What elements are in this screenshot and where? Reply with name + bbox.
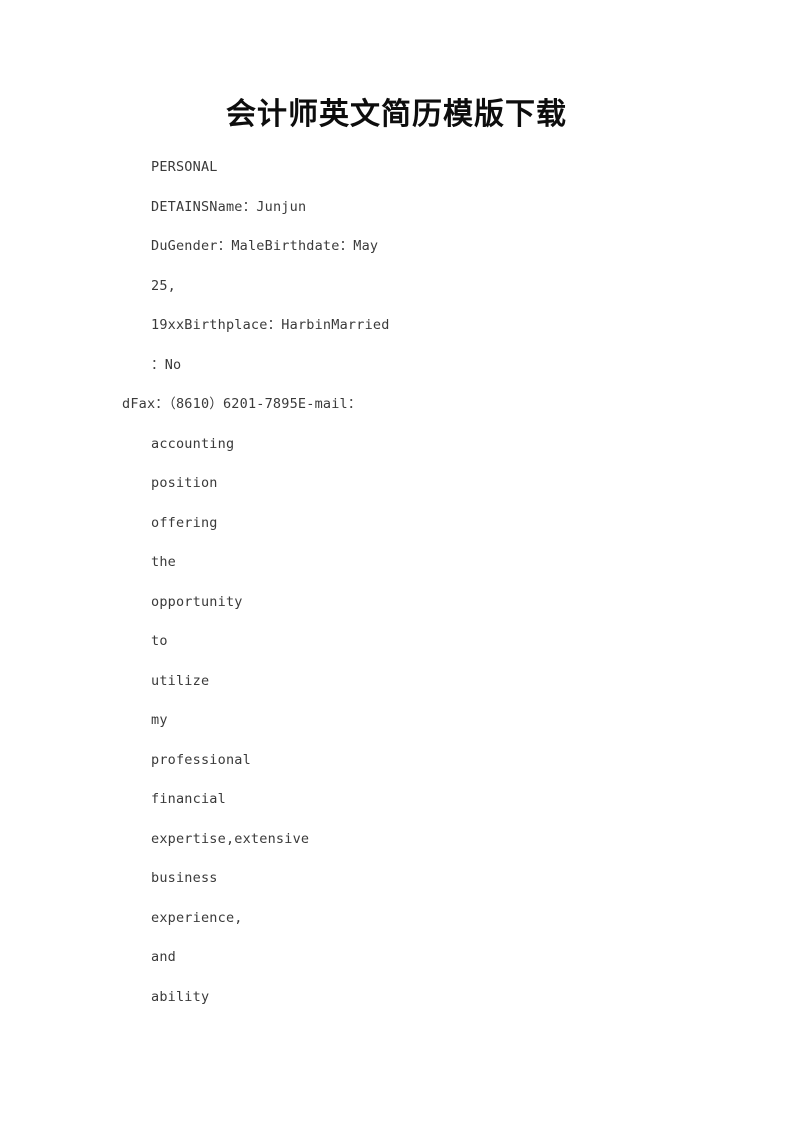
document-text-line: expertise,extensive xyxy=(0,829,793,869)
text-run: 25, xyxy=(151,277,176,294)
document-text-line: DETAINSName：Junjun xyxy=(0,197,793,237)
document-text-line: DuGender：MaleBirthdate：May xyxy=(0,236,793,276)
document-text-line: utilize xyxy=(0,671,793,711)
text-run: dFax：（8610）6201-7895E-mail： xyxy=(122,396,362,412)
text-run: opportunity xyxy=(151,593,243,610)
text-run: professional xyxy=(151,751,251,768)
document-text-line: my xyxy=(0,710,793,750)
document-body: PERSONAL DETAINSName：Junjun DuGender：MaleB… xyxy=(0,157,793,1026)
document-text-line: to xyxy=(0,631,793,671)
document-text-line: position xyxy=(0,473,793,513)
text-run: ability xyxy=(151,988,210,1005)
document-text-line: business xyxy=(0,868,793,908)
text-run: DETAINSName：Junjun xyxy=(151,198,307,215)
text-run: accounting xyxy=(151,435,235,452)
document-text-line: 25, xyxy=(0,276,793,316)
document-text-line: offering xyxy=(0,513,793,553)
text-run: and xyxy=(151,949,176,965)
text-run: experience, xyxy=(151,909,243,926)
page-title: 会计师英文简历模版下载 xyxy=(226,97,567,132)
text-run: PERSONAL xyxy=(151,159,218,175)
document-text-line: the xyxy=(0,552,793,592)
document-text-line: ability xyxy=(0,987,793,1027)
document-text-line: accounting xyxy=(0,434,793,474)
text-run: business xyxy=(151,870,218,886)
text-run: expertise,extensive xyxy=(151,830,310,847)
document-text-line: professional xyxy=(0,750,793,790)
text-run: to xyxy=(151,633,168,649)
document-text-line: experience, xyxy=(0,908,793,948)
document-page: 会计师英文简历模版下载 PERSONAL DETAINSName：Junjun Du… xyxy=(0,0,793,1122)
text-run: 19xxBirthplace：HarbinMarried xyxy=(151,317,390,333)
text-run: my xyxy=(151,712,168,728)
text-run: offering xyxy=(151,514,218,531)
text-run: ：No xyxy=(151,356,182,373)
document-text-line: dFax：（8610）6201-7895E-mail： xyxy=(0,394,793,434)
document-text-line: financial xyxy=(0,789,793,829)
text-run: position xyxy=(151,475,218,491)
document-text-line: ：No xyxy=(0,355,793,395)
document-text-line: opportunity xyxy=(0,592,793,632)
document-text-line: 19xxBirthplace：HarbinMarried xyxy=(0,315,793,355)
document-text-line: and xyxy=(0,947,793,987)
text-run: financial xyxy=(151,791,226,807)
document-text-line: PERSONAL xyxy=(0,157,793,197)
text-run: DuGender：MaleBirthdate：May xyxy=(151,238,379,254)
text-run: utilize xyxy=(151,672,210,689)
text-run: the xyxy=(151,554,176,570)
